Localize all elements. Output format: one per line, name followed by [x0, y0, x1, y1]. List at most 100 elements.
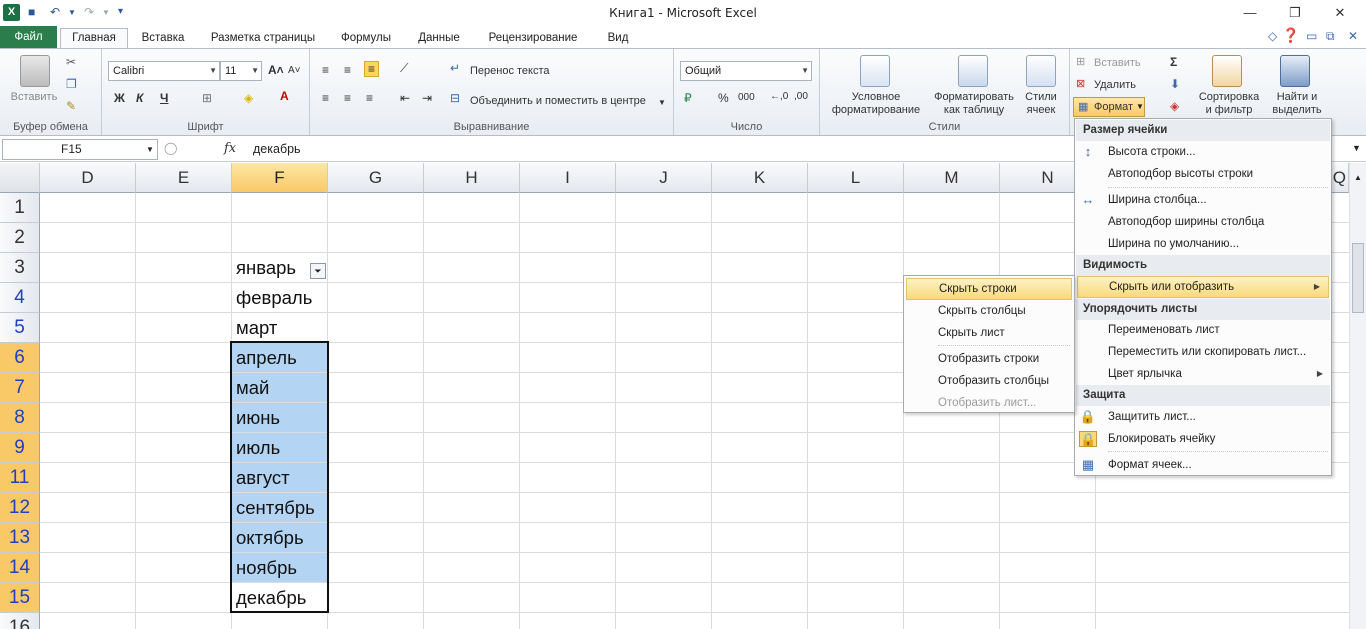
cell-styles-icon[interactable] — [1026, 55, 1056, 87]
find-select-icon[interactable] — [1280, 55, 1310, 87]
menu-item-hide-columns[interactable]: Скрыть столбцы — [904, 300, 1074, 322]
menu-item-unhide-rows[interactable]: Отобразить строки — [904, 348, 1074, 370]
column-header[interactable]: G — [328, 163, 424, 193]
tab-view[interactable]: Вид — [596, 29, 640, 48]
tab-insert[interactable]: Вставка — [134, 29, 192, 48]
wrap-text-icon[interactable]: ↵ — [450, 61, 460, 75]
decrease-decimal-icon[interactable]: ,00 — [794, 91, 808, 102]
column-header[interactable]: L — [808, 163, 904, 193]
help-icon[interactable]: ❓ — [1282, 27, 1299, 44]
row-header-selected[interactable]: 15 — [0, 583, 40, 613]
scroll-up-icon[interactable]: ▲ — [1354, 173, 1362, 182]
borders-icon[interactable]: ⊞ — [202, 91, 212, 105]
fill-icon[interactable]: ⬇ — [1170, 77, 1180, 91]
orientation-icon[interactable]: ⟋ — [400, 61, 408, 76]
column-header[interactable]: D — [40, 163, 136, 193]
cell-F5[interactable]: март — [232, 313, 327, 343]
row-header-selected[interactable]: 13 — [0, 523, 40, 553]
wrap-text-button[interactable]: Перенос текста — [470, 65, 550, 78]
menu-item-move-copy[interactable]: Переместить или скопировать лист... — [1075, 341, 1331, 363]
grow-font-icon[interactable]: A˄ — [268, 63, 284, 77]
ribbon-minimize-icon[interactable]: ◇ — [1268, 29, 1277, 43]
cell-F4[interactable]: февраль — [232, 283, 327, 313]
row-header[interactable]: 2 — [0, 223, 40, 253]
row-header-selected[interactable]: 6 — [0, 343, 40, 373]
row-header-selected[interactable]: 8 — [0, 403, 40, 433]
tab-review[interactable]: Рецензирование — [478, 29, 588, 48]
menu-item-unhide-columns[interactable]: Отобразить столбцы — [904, 370, 1074, 392]
row-header[interactable]: 3 — [0, 253, 40, 283]
font-name-select[interactable]: Calibri ▼ — [108, 61, 220, 81]
close-workbook-icon[interactable]: ✕ — [1348, 29, 1358, 43]
expand-formula-bar-icon[interactable]: ▼ — [1352, 143, 1361, 153]
cell-styles-button[interactable]: Стили ячеек — [1018, 91, 1064, 117]
align-center-icon[interactable]: ≡ — [344, 91, 351, 105]
tab-data[interactable]: Данные — [408, 29, 470, 48]
menu-item-lock-cell[interactable]: 🔒 Блокировать ячейку — [1075, 428, 1331, 450]
delete-cells-button[interactable]: Удалить — [1094, 79, 1136, 92]
close-button[interactable]: ✕ — [1320, 3, 1360, 23]
menu-item-autofit-column[interactable]: Автоподбор ширины столбца — [1075, 211, 1331, 233]
format-as-table-button[interactable]: Форматировать как таблицу — [928, 91, 1020, 117]
underline-button[interactable]: Ч — [160, 91, 168, 105]
formula-bar-handle-icon[interactable]: ◯ — [164, 141, 177, 155]
tab-page-layout[interactable]: Разметка страницы — [200, 29, 326, 48]
paste-icon[interactable] — [20, 55, 50, 87]
restore-window-icon[interactable]: ▭ — [1306, 29, 1317, 43]
merge-icon[interactable]: ⊟ — [450, 91, 460, 105]
row-header-selected[interactable]: 7 — [0, 373, 40, 403]
align-middle-icon[interactable]: ≡ — [344, 63, 351, 77]
name-box[interactable]: F15 — [2, 139, 158, 160]
format-button[interactable]: ▦ Формат ▼ — [1073, 97, 1145, 117]
merge-center-button[interactable]: Объединить и поместить в центре — [470, 95, 646, 108]
align-bottom-icon[interactable]: ≡ — [364, 61, 380, 77]
menu-item-format-cells[interactable]: ▦ Формат ячеек... — [1075, 454, 1331, 476]
font-size-select[interactable]: 11 ▼ — [220, 61, 262, 81]
insert-cells-button[interactable]: Вставить — [1094, 57, 1141, 70]
minimize-button[interactable]: — — [1230, 3, 1270, 23]
conditional-format-button[interactable]: Условное форматирование — [822, 91, 930, 117]
column-header[interactable]: E — [136, 163, 232, 193]
insert-function-button[interactable]: fx — [224, 141, 236, 156]
row-header-selected[interactable]: 12 — [0, 493, 40, 523]
number-format-select[interactable]: Общий ▼ — [680, 61, 812, 81]
format-painter-icon[interactable]: ✎ — [66, 99, 76, 113]
menu-item-rename-sheet[interactable]: Переименовать лист — [1075, 319, 1331, 341]
menu-item-default-width[interactable]: Ширина по умолчанию... — [1075, 233, 1331, 255]
row-header[interactable]: 16 — [0, 613, 40, 629]
paste-button[interactable]: Вставить — [6, 91, 62, 104]
sort-filter-icon[interactable] — [1212, 55, 1242, 87]
insert-cells-icon[interactable]: ⊞ — [1076, 55, 1085, 68]
menu-item-hide-sheet[interactable]: Скрыть лист — [904, 322, 1074, 344]
align-left-icon[interactable]: ≡ — [322, 91, 329, 105]
find-select-button[interactable]: Найти и выделить — [1266, 91, 1328, 117]
menu-item-hide-unhide[interactable]: Скрыть или отобразить ▶ — [1077, 276, 1329, 298]
column-header[interactable]: I — [520, 163, 616, 193]
increase-indent-icon[interactable]: ⇥ — [422, 91, 432, 105]
increase-decimal-icon[interactable]: ←,0 — [770, 91, 788, 102]
align-right-icon[interactable]: ≡ — [366, 91, 373, 105]
bold-button[interactable]: Ж — [114, 91, 125, 105]
column-header[interactable]: H — [424, 163, 520, 193]
cut-icon[interactable]: ✂ — [66, 55, 76, 69]
percent-button[interactable]: % — [718, 91, 729, 105]
menu-item-row-height[interactable]: ↕ Высота строки... — [1075, 141, 1331, 163]
decrease-indent-icon[interactable]: ⇤ — [400, 91, 410, 105]
italic-button[interactable]: К — [136, 91, 143, 105]
fill-color-icon[interactable]: ◈ — [244, 91, 253, 105]
vertical-scrollbar[interactable]: ▲ — [1349, 163, 1366, 629]
row-header-selected[interactable]: 14 — [0, 553, 40, 583]
shrink-font-icon[interactable]: A˅ — [288, 65, 301, 76]
column-header[interactable]: K — [712, 163, 808, 193]
maximize-button[interactable]: ❐ — [1275, 3, 1315, 23]
clear-icon[interactable]: ◈ — [1170, 99, 1179, 113]
filter-icon[interactable]: ⏷ — [310, 263, 326, 279]
sort-filter-button[interactable]: Сортировка и фильтр — [1196, 91, 1262, 117]
column-header-selected[interactable]: F — [232, 163, 328, 193]
menu-item-tab-color[interactable]: Цвет ярлычка ▶ — [1075, 363, 1331, 385]
tab-home[interactable]: Главная — [60, 28, 128, 48]
copy-icon[interactable]: ❐ — [66, 77, 77, 91]
menu-item-protect-sheet[interactable]: 🔒 Защитить лист... — [1075, 406, 1331, 428]
scrollbar-thumb[interactable] — [1352, 243, 1364, 313]
tab-formulas[interactable]: Формулы — [332, 29, 400, 48]
